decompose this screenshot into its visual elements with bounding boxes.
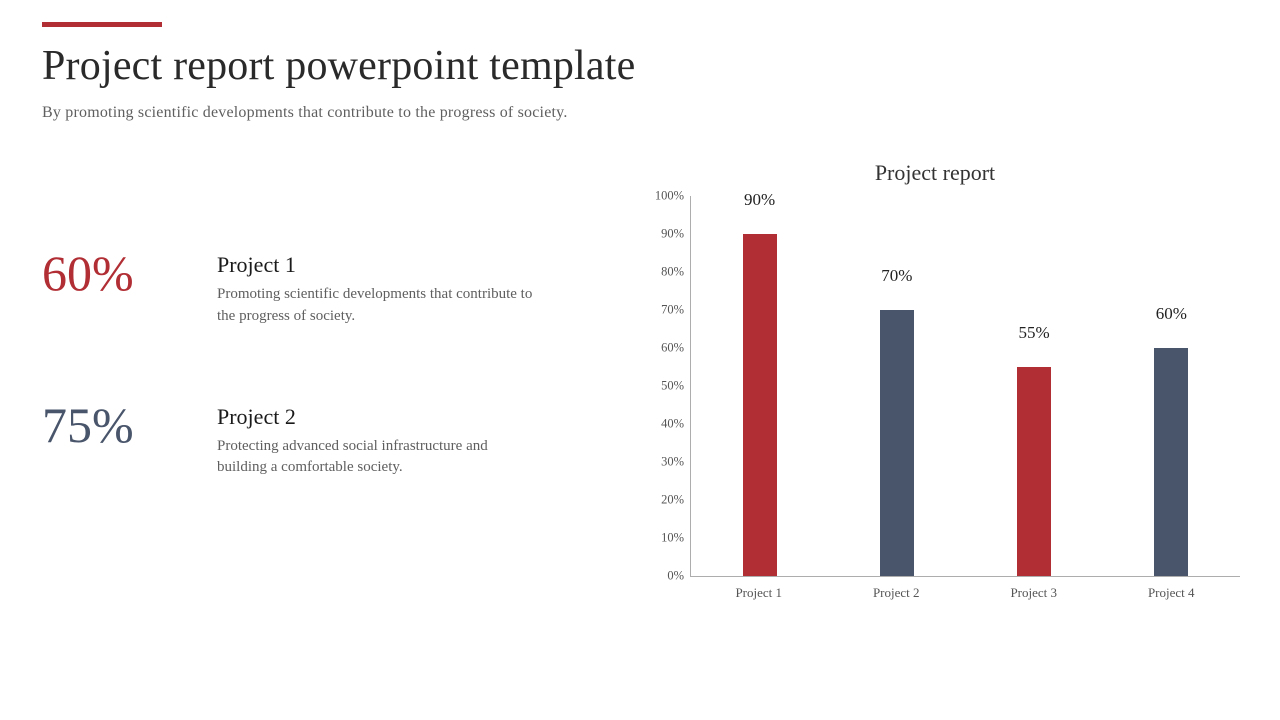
- bar: [1017, 367, 1051, 576]
- page-title: Project report powerpoint template: [42, 42, 635, 90]
- chart: Project report 0% 10% 20% 30% 40% 50% 60% 70% 80…: [630, 160, 1240, 606]
- x-tick-label: Project 3: [965, 585, 1103, 601]
- y-tick-label: 100%: [655, 189, 684, 204]
- y-tick-label: 70%: [661, 303, 684, 318]
- stat-desc: Protecting advanced social infrastructur…: [217, 436, 537, 480]
- stat-desc: Promoting scientific developments that c…: [217, 284, 537, 328]
- bar-slot: 90%: [691, 196, 828, 576]
- bar: [743, 234, 777, 576]
- stat-title: Project 1: [217, 252, 582, 278]
- y-axis: 0%10%20%30%40%50%60%70%80%90%100%: [630, 196, 690, 576]
- bar: [880, 310, 914, 576]
- bar-value-label: 90%: [744, 190, 775, 210]
- y-tick-label: 40%: [661, 417, 684, 432]
- page-subtitle: By promoting scientific developments tha…: [42, 104, 568, 122]
- stat-row: 60% Project 1 Promoting scientific devel…: [42, 248, 582, 328]
- accent-bar: [42, 22, 162, 27]
- bars-container: 90% 70% 55% 60%: [691, 196, 1240, 576]
- y-tick-label: 60%: [661, 341, 684, 356]
- bar-slot: 55%: [966, 196, 1103, 576]
- y-tick-label: 20%: [661, 493, 684, 508]
- x-axis-labels: Project 1Project 2Project 3Project 4: [690, 585, 1240, 601]
- stat-percent: 75%: [42, 400, 217, 450]
- stat-body: Project 2 Protecting advanced social inf…: [217, 400, 582, 480]
- y-tick-label: 90%: [661, 227, 684, 242]
- y-tick-label: 30%: [661, 455, 684, 470]
- bar-value-label: 60%: [1156, 304, 1187, 324]
- stat-row: 75% Project 2 Protecting advanced social…: [42, 400, 582, 480]
- stats-column: 60% Project 1 Promoting scientific devel…: [42, 248, 582, 551]
- slide: Project report powerpoint template By pr…: [0, 0, 1280, 720]
- bar-slot: 70%: [828, 196, 965, 576]
- y-tick-label: 50%: [661, 379, 684, 394]
- bar-slot: 60%: [1103, 196, 1240, 576]
- x-tick-label: Project 4: [1103, 585, 1241, 601]
- stat-title: Project 2: [217, 404, 582, 430]
- x-tick-label: Project 2: [828, 585, 966, 601]
- stat-body: Project 1 Promoting scientific developme…: [217, 248, 582, 328]
- y-tick-label: 80%: [661, 265, 684, 280]
- stat-percent: 60%: [42, 248, 217, 298]
- chart-title: Project report: [630, 160, 1240, 186]
- bar: [1154, 348, 1188, 576]
- y-tick-label: 0%: [667, 569, 684, 584]
- chart-area: 0%10%20%30%40%50%60%70%80%90%100% 90%70%…: [630, 196, 1240, 606]
- bar-value-label: 55%: [1019, 323, 1050, 343]
- bar-value-label: 70%: [881, 266, 912, 286]
- y-tick-label: 10%: [661, 531, 684, 546]
- x-tick-label: Project 1: [690, 585, 828, 601]
- plot-area: 90% 70% 55% 60%: [690, 196, 1240, 577]
